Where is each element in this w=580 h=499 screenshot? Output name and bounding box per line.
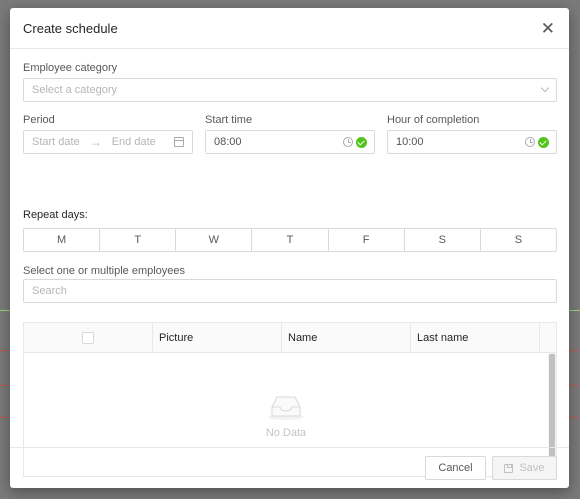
save-button[interactable]: Save — [492, 456, 557, 480]
cancel-button[interactable]: Cancel — [425, 456, 486, 480]
save-label: Save — [519, 462, 545, 474]
start-time-input[interactable]: 08:00 — [205, 130, 375, 154]
empty-text: No Data — [265, 426, 307, 439]
check-circle-icon — [538, 137, 549, 148]
modal-footer: Cancel Save — [10, 447, 569, 488]
select-all-cell — [24, 323, 153, 352]
period-label: Period — [23, 114, 55, 126]
completion-time-input[interactable]: 10:00 — [387, 130, 557, 154]
check-circle-icon — [356, 137, 367, 148]
close-icon[interactable]: ✕ — [541, 20, 555, 37]
start-time-label: Start time — [205, 114, 253, 126]
empty-inbox-icon — [266, 391, 306, 421]
select-all-checkbox[interactable] — [82, 331, 94, 344]
repeat-days-group: M T W T F S S — [23, 228, 557, 252]
start-date-input[interactable]: Start date — [32, 136, 80, 148]
end-date-input[interactable]: End date — [112, 136, 156, 148]
day-wednesday[interactable]: W — [176, 229, 253, 251]
clock-icon — [343, 137, 353, 147]
day-monday[interactable]: M — [24, 229, 101, 251]
period-range-picker[interactable]: Start date → End date — [23, 130, 193, 154]
employee-category-label: Employee category — [23, 62, 118, 74]
modal-body: Employee category Select a category Peri… — [10, 49, 569, 477]
day-friday[interactable]: F — [329, 229, 405, 251]
day-sunday[interactable]: S — [481, 229, 556, 251]
day-thursday[interactable]: T — [252, 229, 329, 251]
employees-label: Select one or multiple employees — [23, 265, 186, 277]
column-header-name[interactable]: Name — [282, 323, 411, 352]
search-placeholder: Search — [32, 285, 67, 297]
arrow-right-icon: → — [89, 135, 102, 149]
employee-search-input[interactable]: Search — [23, 279, 557, 303]
employee-category-placeholder: Select a category — [32, 84, 117, 96]
repeat-days-label: Repeat days: — [23, 209, 88, 221]
create-schedule-modal: Create schedule ✕ Employee category Sele… — [10, 8, 569, 488]
chevron-down-icon — [540, 83, 550, 93]
table-header: Picture Name Last name — [24, 323, 556, 353]
column-header-last-name[interactable]: Last name — [411, 323, 540, 352]
save-icon — [504, 463, 514, 473]
start-time-value: 08:00 — [214, 136, 242, 148]
modal-title: Create schedule — [23, 20, 118, 36]
completion-label: Hour of completion — [387, 114, 480, 126]
clock-icon — [525, 137, 535, 147]
calendar-icon — [174, 137, 184, 147]
day-saturday[interactable]: S — [405, 229, 481, 251]
day-tuesday[interactable]: T — [100, 229, 177, 251]
modal-header: Create schedule ✕ — [10, 8, 569, 49]
column-header-picture[interactable]: Picture — [153, 323, 282, 352]
employee-category-select[interactable]: Select a category — [23, 78, 557, 102]
completion-time-value: 10:00 — [396, 136, 424, 148]
